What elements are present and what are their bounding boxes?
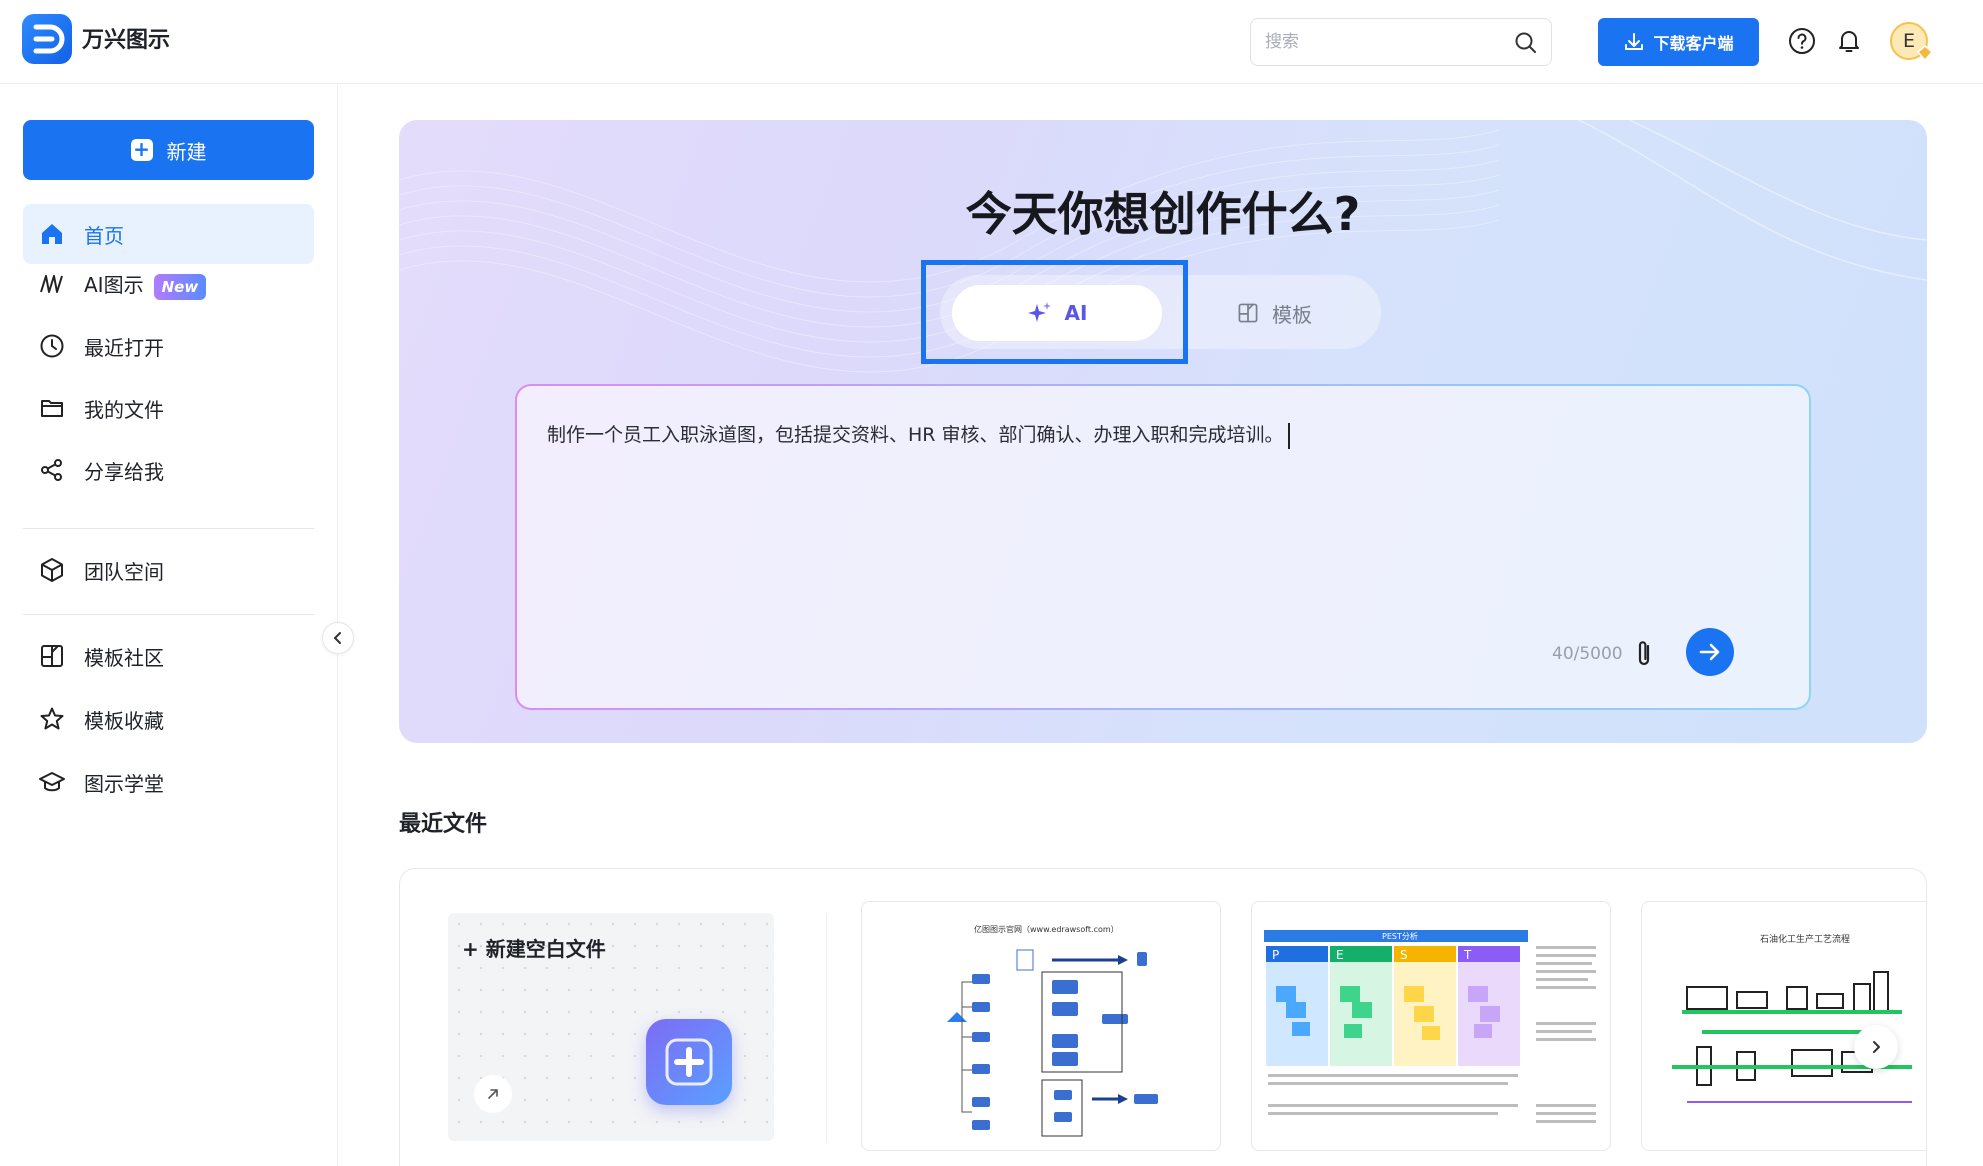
- sidebar-item-label: 分享给我: [84, 459, 164, 484]
- sidebar-item-my-files[interactable]: 我的文件: [23, 378, 314, 438]
- text-caret: [1287, 422, 1290, 449]
- sidebar-item-team-space[interactable]: 团队空间: [23, 540, 314, 600]
- search-input[interactable]: [1265, 27, 1505, 57]
- thumbnail-caption: 亿图图示官网（www.edrawsoft.com）: [974, 924, 1119, 934]
- carousel-next-button[interactable]: [1854, 1025, 1898, 1069]
- recent-files-panel: + 新建空白文件 亿图图示官网（www.edrawsoft.com） PEST分…: [399, 868, 1927, 1166]
- attachment-icon[interactable]: [1630, 638, 1658, 670]
- graduation-icon: [39, 772, 65, 792]
- svg-text:P: P: [1272, 948, 1279, 962]
- star-icon: [40, 707, 64, 730]
- open-arrow-icon: [474, 1075, 512, 1113]
- svg-text:PEST分析: PEST分析: [1382, 931, 1418, 941]
- prompt-text[interactable]: 制作一个员工入职泳道图，包括提交资料、HR 审核、部门确认、办理入职和完成培训。: [547, 420, 1290, 449]
- ai-diagram-icon: [40, 275, 63, 293]
- new-blank-file-label: + 新建空白文件: [462, 937, 606, 961]
- file-thumbnail: 亿图图示官网（www.edrawsoft.com）: [947, 924, 1158, 1137]
- svg-text:T: T: [1463, 948, 1472, 962]
- prompt-box[interactable]: 制作一个员工入职泳道图，包括提交资料、HR 审核、部门确认、办理入职和完成培训。…: [515, 384, 1811, 710]
- sidebar-item-label: 图示学堂: [84, 771, 164, 796]
- sidebar-item-template-community[interactable]: 模板社区: [23, 626, 314, 686]
- sidebar-item-template-favorites[interactable]: 模板收藏: [23, 689, 314, 749]
- new-badge: New: [153, 273, 207, 300]
- clock-icon: [40, 334, 64, 358]
- app-logo[interactable]: [22, 14, 72, 64]
- hero-title: 今天你想创作什么?: [965, 187, 1361, 241]
- svg-text:S: S: [1400, 948, 1408, 962]
- collapse-sidebar-button[interactable]: [322, 622, 354, 654]
- logo-mark-icon: [33, 24, 65, 54]
- sidebar-item-label: 团队空间: [84, 559, 164, 584]
- chevron-left-icon: [334, 632, 341, 644]
- sidebar-item-shared[interactable]: 分享给我: [23, 440, 314, 500]
- tab-template-label: 模板: [1272, 302, 1312, 327]
- home-icon: [42, 224, 62, 244]
- recent-file-card[interactable]: PEST分析 P E S T: [1251, 901, 1611, 1151]
- ai-hero-panel: 今天你想创作什么? AI 模板 制作一个员工入职泳道图，包括提交资料、HR 审核…: [399, 120, 1927, 743]
- prompt-input[interactable]: 制作一个员工入职泳道图，包括提交资料、HR 审核、部门确认、办理入职和完成培训。…: [517, 386, 1809, 708]
- sidebar-divider: [23, 614, 314, 615]
- svg-text:E: E: [1336, 948, 1344, 962]
- sidebar-item-label: 模板社区: [84, 645, 164, 670]
- share-icon: [41, 459, 62, 481]
- file-thumbnail: PEST分析 P E S T: [1264, 930, 1596, 1123]
- plus-icon: +: [130, 139, 153, 161]
- svg-text:石油化工生产工艺流程: 石油化工生产工艺流程: [1760, 933, 1850, 945]
- vip-badge-icon: [1916, 45, 1934, 62]
- sidebar-item-label: 我的文件: [84, 397, 164, 422]
- download-client-button[interactable]: 下载客户端: [1598, 18, 1759, 66]
- template-icon: [1238, 303, 1258, 323]
- sidebar-item-label: AI图示 New: [84, 269, 207, 300]
- ai-tab-highlight-box: [921, 260, 1188, 364]
- new-blank-file-card[interactable]: + 新建空白文件: [448, 913, 774, 1141]
- sidebar-divider: [23, 528, 314, 529]
- tab-template[interactable]: 模板: [1174, 285, 1374, 341]
- chevron-right-icon: [1873, 1041, 1880, 1053]
- plus-tile-icon: [646, 1019, 732, 1105]
- avatar-initial: E: [1902, 30, 1915, 52]
- folder-icon: [41, 400, 63, 417]
- search-box[interactable]: [1250, 18, 1552, 66]
- sidebar-item-ai-diagram[interactable]: AI图示 New: [23, 254, 314, 314]
- download-icon: [1625, 33, 1644, 50]
- sidebar: + 新建 首页 AI图示 New 最近打开 我的文件 分享给我 团队空间 模板社…: [0, 85, 338, 1166]
- top-bar: 万兴图示 下载客户端 E: [0, 0, 1983, 84]
- send-button[interactable]: [1686, 628, 1734, 676]
- app-name: 万兴图示: [82, 28, 171, 53]
- search-icon[interactable]: [1513, 30, 1539, 56]
- help-icon[interactable]: [1787, 26, 1817, 56]
- sidebar-item-label: 首页: [84, 223, 124, 248]
- sidebar-item-label: 最近打开: [84, 335, 164, 360]
- new-button-label: 新建: [166, 139, 207, 164]
- char-count: 40/5000: [1552, 644, 1623, 664]
- sidebar-item-recent[interactable]: 最近打开: [23, 316, 314, 376]
- download-label: 下载客户端: [1653, 34, 1734, 53]
- card-divider: [826, 913, 827, 1143]
- sidebar-item-label: 模板收藏: [84, 708, 164, 733]
- bell-icon[interactable]: [1834, 26, 1864, 56]
- sidebar-item-academy[interactable]: 图示学堂: [23, 752, 314, 812]
- recent-files-title: 最近文件: [399, 812, 488, 837]
- template-icon: [41, 645, 63, 667]
- arrow-right-icon: [1699, 643, 1720, 661]
- new-button[interactable]: + 新建: [23, 120, 314, 180]
- cube-icon: [41, 558, 63, 582]
- recent-file-card[interactable]: 亿图图示官网（www.edrawsoft.com）: [861, 901, 1221, 1151]
